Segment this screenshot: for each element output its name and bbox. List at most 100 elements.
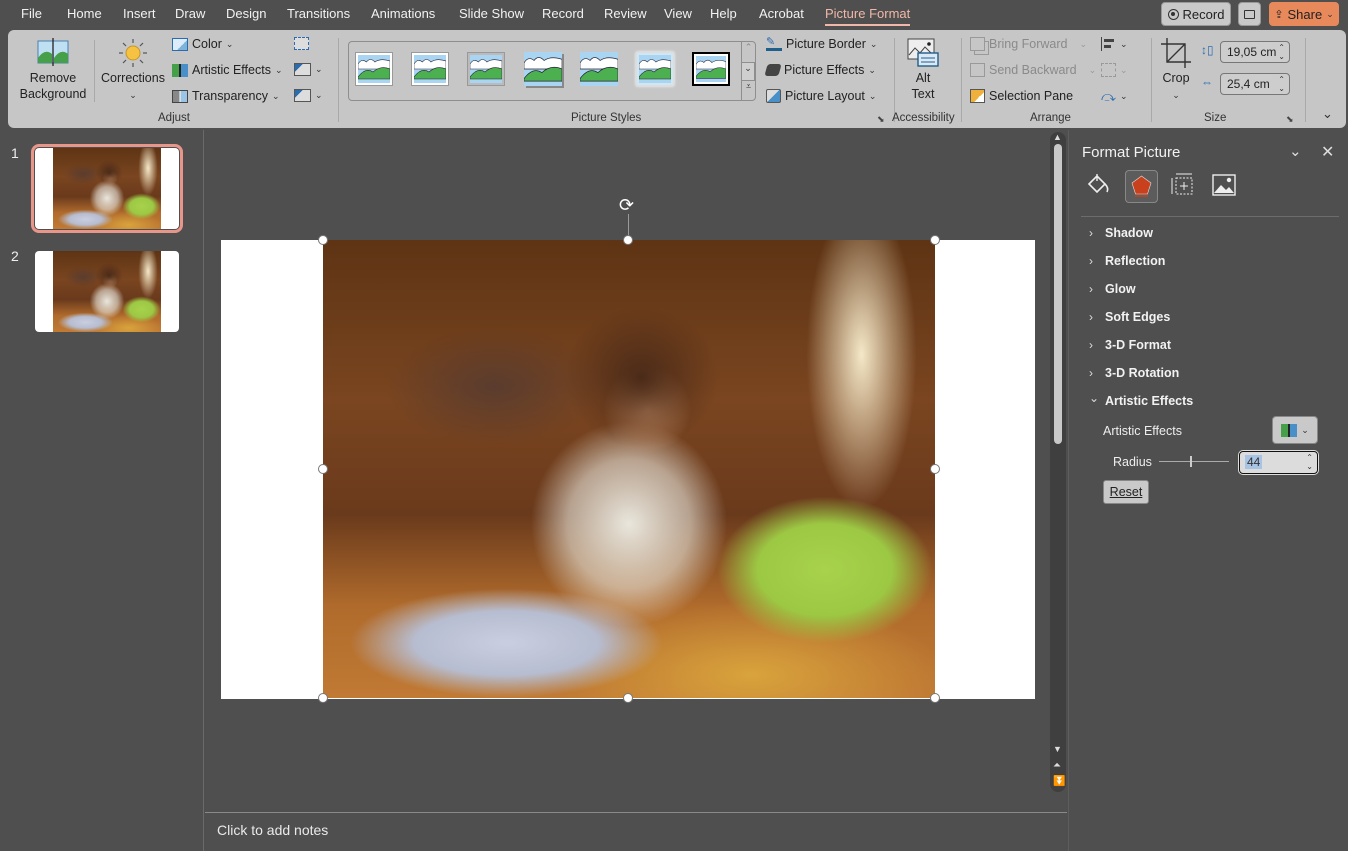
chevron-down-icon: ⌄ bbox=[1119, 90, 1128, 101]
tab-file[interactable]: File bbox=[21, 6, 42, 21]
picture-style-reflected[interactable] bbox=[579, 52, 619, 86]
picture-style-soft-edge[interactable] bbox=[636, 52, 674, 86]
next-slide-icon[interactable]: ⏬ bbox=[1053, 776, 1065, 787]
compress-pictures-button[interactable] bbox=[294, 37, 309, 50]
slide-thumbnail-1[interactable] bbox=[31, 144, 183, 233]
picture-tab[interactable] bbox=[1211, 172, 1241, 202]
height-input[interactable]: 19,05 cm ⌃ ⌄ bbox=[1220, 41, 1290, 63]
resize-handle-se[interactable] bbox=[930, 693, 940, 703]
artistic-effects-button[interactable]: Artistic Effects ⌄ bbox=[172, 63, 283, 77]
corrections-label: Corrections bbox=[101, 71, 165, 85]
tab-design[interactable]: Design bbox=[226, 6, 266, 21]
resize-handle-sw[interactable] bbox=[318, 693, 328, 703]
gallery-scroll-down-button[interactable]: ⌄ bbox=[741, 62, 755, 81]
resize-handle-s[interactable] bbox=[623, 693, 633, 703]
corrections-button[interactable]: Corrections ⌄ bbox=[100, 38, 166, 103]
remove-background-icon bbox=[37, 38, 69, 66]
size-properties-tab[interactable] bbox=[1169, 172, 1199, 202]
resize-handle-ne[interactable] bbox=[930, 235, 940, 245]
record-button[interactable]: Record bbox=[1161, 2, 1231, 26]
radius-input[interactable]: 44 ⌃ ⌄ bbox=[1239, 451, 1318, 474]
reset-button[interactable]: Reset bbox=[1103, 480, 1149, 504]
pane-options-chevron-icon[interactable]: ⌄ bbox=[1289, 142, 1302, 160]
share-button[interactable]: ⇪ Share ⌄ bbox=[1269, 2, 1339, 26]
section-label: 3-D Format bbox=[1105, 338, 1171, 352]
selection-pane-label: Selection Pane bbox=[989, 89, 1074, 103]
color-button[interactable]: Color ⌄ bbox=[172, 37, 233, 51]
picture-style-double-frame[interactable] bbox=[692, 52, 730, 86]
section-3-d-rotation[interactable]: › 3-D Rotation bbox=[1089, 366, 1179, 380]
remove-background-label-1: Remove bbox=[29, 71, 77, 85]
tab-help[interactable]: Help bbox=[710, 6, 737, 21]
send-backward-button[interactable]: Send Backward ⌄ bbox=[970, 63, 1096, 77]
radius-slider-thumb[interactable] bbox=[1190, 456, 1192, 467]
alt-text-button[interactable]: Alt Text bbox=[901, 38, 945, 102]
section-artistic-effects[interactable]: ⌄ Artistic Effects bbox=[1089, 391, 1193, 408]
radius-value: 44 bbox=[1245, 455, 1263, 469]
remove-background-button[interactable]: Remove Background bbox=[16, 38, 90, 102]
comments-button[interactable] bbox=[1238, 2, 1261, 26]
resize-handle-w[interactable] bbox=[318, 464, 328, 474]
tab-picture-format[interactable]: Picture Format bbox=[825, 6, 911, 26]
tab-animations[interactable]: Animations bbox=[371, 6, 435, 21]
tab-record[interactable]: Record bbox=[542, 6, 584, 21]
slide-thumbnail-2[interactable] bbox=[35, 251, 179, 332]
resize-handle-n[interactable] bbox=[623, 235, 633, 245]
section-3-d-format[interactable]: › 3-D Format bbox=[1089, 338, 1171, 352]
width-input[interactable]: 25,4 cm ⌃ ⌄ bbox=[1220, 73, 1290, 95]
tab-view[interactable]: View bbox=[664, 6, 692, 21]
collapse-ribbon-button[interactable]: ⌄ bbox=[1322, 106, 1333, 122]
picture-styles-dialog-launcher[interactable]: ⬊ bbox=[877, 114, 885, 125]
width-spinner[interactable]: ⌃ ⌄ bbox=[1278, 75, 1285, 93]
change-picture-button[interactable]: ⌄ bbox=[294, 63, 323, 76]
selected-picture[interactable] bbox=[323, 240, 935, 698]
radius-slider[interactable] bbox=[1159, 456, 1229, 467]
tab-slide-show[interactable]: Slide Show bbox=[459, 6, 524, 21]
picture-layout-button[interactable]: Picture Layout ⌄ bbox=[766, 89, 876, 103]
scrollbar-thumb[interactable] bbox=[1054, 144, 1062, 444]
resize-handle-nw[interactable] bbox=[318, 235, 328, 245]
height-spinner[interactable]: ⌃ ⌄ bbox=[1278, 43, 1285, 61]
crop-button[interactable]: Crop ⌄ bbox=[1156, 38, 1196, 103]
resize-handle-e[interactable] bbox=[930, 464, 940, 474]
tab-review[interactable]: Review bbox=[604, 6, 647, 21]
align-button[interactable]: ⌄ bbox=[1101, 37, 1128, 51]
artistic-effects-dropdown[interactable]: ⌄ bbox=[1272, 416, 1318, 444]
chevron-down-icon: ⌄ bbox=[129, 90, 137, 100]
section-glow[interactable]: › Glow bbox=[1089, 282, 1136, 296]
group-button[interactable]: ⌄ bbox=[1101, 63, 1128, 77]
section-reflection[interactable]: › Reflection bbox=[1089, 254, 1165, 268]
picture-border-button[interactable]: ✎ Picture Border ⌄ bbox=[766, 37, 877, 51]
selection-pane-button[interactable]: Selection Pane bbox=[970, 89, 1073, 103]
editor-vertical-scrollbar[interactable]: ▲ ▼ bbox=[1050, 132, 1066, 792]
tab-home[interactable]: Home bbox=[67, 6, 102, 21]
previous-slide-icon[interactable]: ⏶ bbox=[1053, 760, 1061, 771]
size-dialog-launcher[interactable]: ⬊ bbox=[1286, 114, 1294, 125]
picture-style-white-frame[interactable] bbox=[355, 52, 393, 86]
rotate-handle[interactable]: ⟳ bbox=[619, 196, 634, 214]
fill-line-tab[interactable] bbox=[1085, 172, 1115, 202]
tab-draw[interactable]: Draw bbox=[175, 6, 205, 21]
bring-forward-button[interactable]: Bring Forward ⌄ bbox=[970, 37, 1087, 51]
picture-style-drop-shadow[interactable] bbox=[523, 52, 563, 86]
section-soft-edges[interactable]: › Soft Edges bbox=[1089, 310, 1170, 324]
notes-pane[interactable]: Click to add notes bbox=[205, 812, 1067, 851]
gallery-scroll-up-button[interactable]: ⌃ bbox=[741, 42, 755, 62]
rotate-button[interactable]: ⤼ ⌄ bbox=[1101, 89, 1128, 103]
reset-picture-button[interactable]: ⌄ bbox=[294, 89, 323, 102]
picture-effects-button[interactable]: Picture Effects ⌄ bbox=[764, 63, 876, 77]
size-group-label: Size bbox=[1204, 112, 1227, 124]
scroll-up-arrow[interactable]: ▲ bbox=[1053, 132, 1062, 142]
effects-tab[interactable] bbox=[1125, 170, 1158, 203]
section-shadow[interactable]: › Shadow bbox=[1089, 226, 1153, 240]
tab-acrobat[interactable]: Acrobat bbox=[759, 6, 804, 21]
gallery-more-button[interactable]: ⩡ bbox=[741, 81, 755, 100]
close-icon[interactable]: ✕ bbox=[1321, 142, 1334, 162]
picture-style-white-frame[interactable] bbox=[411, 52, 449, 86]
radius-spinner[interactable]: ⌃ ⌄ bbox=[1306, 453, 1313, 471]
tab-transitions[interactable]: Transitions bbox=[287, 6, 350, 21]
picture-style-shadow-rect[interactable] bbox=[467, 52, 505, 86]
tab-insert[interactable]: Insert bbox=[123, 6, 156, 21]
scroll-down-arrow[interactable]: ▼ bbox=[1053, 744, 1062, 754]
transparency-button[interactable]: Transparency ⌄ bbox=[172, 89, 280, 103]
